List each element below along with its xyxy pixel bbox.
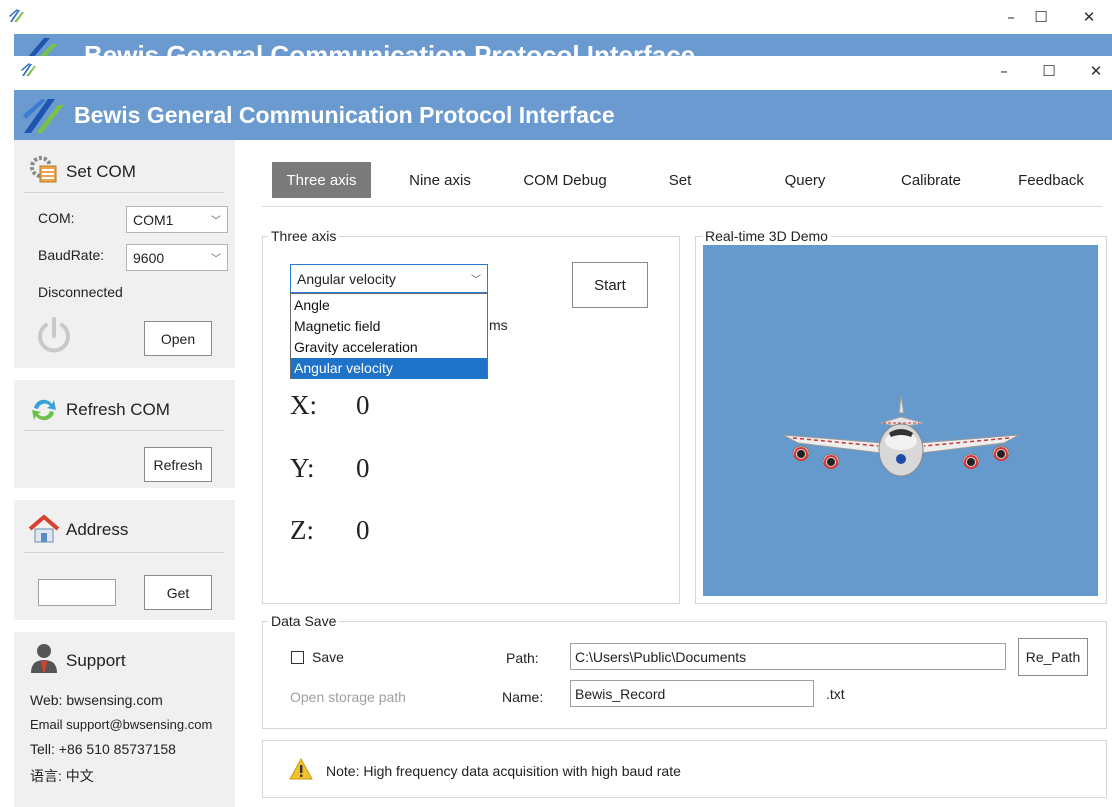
- com-select[interactable]: COM1 ﹀: [126, 206, 228, 233]
- tab-nine-axis[interactable]: Nine axis: [395, 162, 485, 198]
- app-logo-icon: [9, 9, 24, 22]
- measurement-select-value: Angular velocity: [297, 270, 396, 287]
- save-label[interactable]: Save: [312, 649, 344, 665]
- tab-divider: [262, 206, 1102, 207]
- support-title: Support: [66, 651, 126, 670]
- file-name-field[interactable]: Bewis_Record: [570, 680, 814, 707]
- save-checkbox[interactable]: [291, 651, 304, 664]
- com-select-value: COM1: [133, 211, 174, 228]
- chevron-down-icon: ﹀: [471, 274, 481, 286]
- gear-icon: [30, 156, 57, 183]
- 3d-demo-viewport[interactable]: [703, 245, 1098, 596]
- power-icon[interactable]: [34, 316, 74, 356]
- chevron-down-icon: ﹀: [211, 253, 221, 265]
- refresh-com-title: Refresh COM: [66, 400, 170, 419]
- three-axis-group-title: Three axis: [268, 228, 340, 244]
- connection-status: Disconnected: [38, 284, 123, 300]
- x-label: X:: [290, 390, 317, 420]
- close-button[interactable]: ✕: [1081, 62, 1111, 80]
- file-extension: .txt: [826, 686, 845, 702]
- tab-com-debug[interactable]: COM Debug: [510, 162, 620, 198]
- name-label: Name:: [502, 689, 544, 705]
- bg-minimize-button[interactable]: –: [996, 8, 1026, 26]
- start-button[interactable]: Start: [572, 262, 648, 308]
- support-person-icon: [31, 644, 57, 673]
- background-window-titlebar: – ☐ ✕: [0, 0, 1112, 34]
- repath-button[interactable]: Re_Path: [1018, 638, 1088, 676]
- divider: [24, 430, 224, 431]
- support-email: Email support@bwsensing.com: [30, 717, 213, 732]
- z-label: Z:: [290, 515, 314, 545]
- tab-calibrate[interactable]: Calibrate: [886, 162, 976, 198]
- path-label: Path:: [506, 650, 539, 666]
- tab-query[interactable]: Query: [772, 162, 838, 198]
- tab-set[interactable]: Set: [655, 162, 705, 198]
- dropdown-option-angle[interactable]: Angle: [291, 295, 487, 316]
- data-save-group-title: Data Save: [268, 613, 340, 629]
- support-panel: Support Web: bwsensing.com Email support…: [14, 632, 235, 807]
- data-save-group: [262, 621, 1107, 729]
- path-field[interactable]: C:\Users\Public\Documents: [570, 643, 1006, 670]
- dropdown-option-angular-velocity[interactable]: Angular velocity: [291, 358, 487, 379]
- refresh-icon: [32, 399, 56, 421]
- set-com-title: Set COM: [66, 162, 136, 181]
- divider: [24, 552, 224, 553]
- airplane-model-icon: [782, 394, 1020, 477]
- warning-icon: [289, 758, 313, 780]
- divider: [24, 192, 224, 193]
- app-logo-icon: [21, 63, 36, 76]
- address-input[interactable]: [38, 579, 116, 606]
- app-header: Bewis General Communication Protocol Int…: [14, 90, 1112, 140]
- home-icon: [28, 515, 60, 543]
- support-web: Web: bwsensing.com: [30, 692, 163, 708]
- baudrate-select[interactable]: 9600 ﹀: [126, 244, 228, 271]
- refresh-button[interactable]: Refresh: [144, 447, 212, 482]
- open-button[interactable]: Open: [144, 321, 212, 356]
- set-com-panel: Set COM COM: COM1 ﹀ BaudRate: 9600 ﹀ Dis…: [14, 140, 235, 368]
- dropdown-option-gravity-acceleration[interactable]: Gravity acceleration: [291, 337, 487, 358]
- language-switch[interactable]: 语言: 中文: [30, 766, 94, 786]
- note-text: Note: High frequency data acquisition wi…: [326, 763, 681, 779]
- maximize-button[interactable]: ☐: [1034, 62, 1064, 80]
- refresh-com-panel: Refresh COM Refresh: [14, 380, 235, 488]
- app-header-title: Bewis General Communication Protocol Int…: [74, 102, 615, 128]
- hidden-label-fragment: ms: [489, 317, 508, 333]
- brand-logo-icon: [23, 99, 64, 133]
- z-value: 0: [356, 515, 370, 545]
- dropdown-option-magnetic-field[interactable]: Magnetic field: [291, 316, 487, 337]
- open-storage-path-link[interactable]: Open storage path: [290, 689, 406, 705]
- tab-feedback[interactable]: Feedback: [1008, 162, 1094, 198]
- chevron-down-icon: ﹀: [211, 215, 221, 227]
- bg-maximize-button[interactable]: ☐: [1026, 8, 1056, 26]
- y-value: 0: [356, 453, 370, 483]
- y-label: Y:: [290, 453, 315, 483]
- address-title: Address: [66, 520, 129, 539]
- window-titlebar: – ☐ ✕: [14, 56, 1112, 90]
- minimize-button[interactable]: –: [989, 62, 1019, 80]
- com-label: COM:: [38, 210, 75, 226]
- measurement-dropdown-list: Angle Magnetic field Gravity acceleratio…: [290, 293, 488, 379]
- demo-group-title: Real-time 3D Demo: [702, 228, 831, 244]
- baudrate-select-value: 9600: [133, 249, 165, 266]
- baudrate-label: BaudRate:: [38, 247, 105, 263]
- bg-close-button[interactable]: ✕: [1074, 8, 1104, 26]
- measurement-select[interactable]: Angular velocity ﹀: [290, 264, 488, 293]
- x-value: 0: [356, 390, 370, 420]
- support-tel: Tell: +86 510 85737158: [30, 741, 176, 757]
- get-address-button[interactable]: Get: [144, 575, 212, 610]
- address-panel: Address Get: [14, 500, 235, 620]
- tab-three-axis[interactable]: Three axis: [272, 162, 371, 198]
